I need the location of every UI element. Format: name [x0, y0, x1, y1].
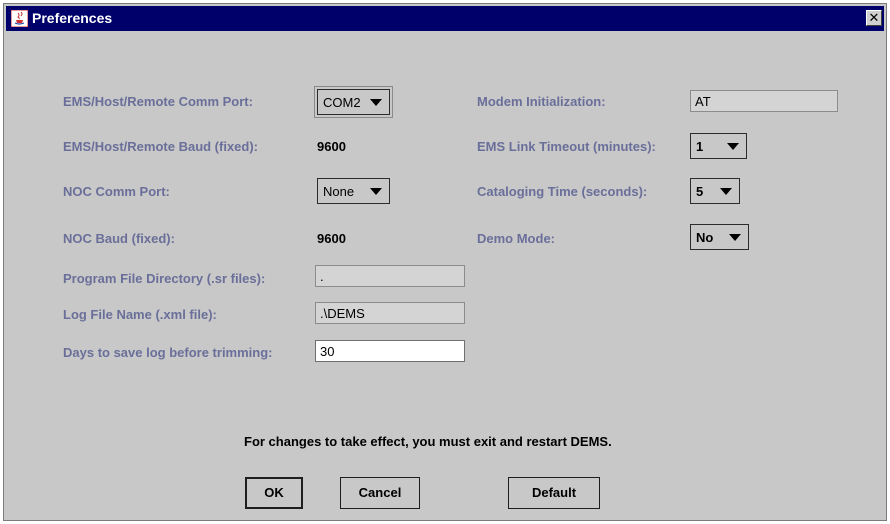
demo-label: Demo Mode:: [477, 231, 555, 246]
chevron-down-icon: [370, 188, 382, 195]
close-button[interactable]: ✕: [866, 10, 882, 26]
chevron-down-icon: [729, 234, 741, 241]
modem-field[interactable]: AT: [690, 90, 838, 112]
timeout-value: 1: [696, 139, 704, 154]
preferences-dialog: Preferences ✕ EMS/Host/Remote Comm Port:…: [3, 3, 887, 521]
timeout-label: EMS Link Timeout (minutes):: [477, 139, 656, 154]
chevron-down-icon: [727, 143, 739, 150]
comm-port-combo[interactable]: COM2: [314, 86, 393, 118]
catalog-label: Cataloging Time (seconds):: [477, 184, 648, 199]
modem-label: Modem Initialization:: [477, 94, 606, 109]
days-label: Days to save log before trimming:: [63, 345, 273, 360]
comm-port-label: EMS/Host/Remote Comm Port:: [63, 94, 253, 109]
window-title: Preferences: [32, 10, 113, 26]
ok-button[interactable]: OK: [245, 477, 303, 509]
noc-port-value: None: [323, 184, 355, 199]
catalog-combo[interactable]: 5: [690, 178, 740, 204]
comm-port-value: COM2: [323, 95, 361, 110]
demo-combo[interactable]: No: [690, 224, 749, 250]
chevron-down-icon: [370, 99, 382, 106]
days-field[interactable]: 30: [315, 340, 465, 362]
baud-value: 9600: [317, 139, 346, 154]
noc-port-label: NOC Comm Port:: [63, 184, 170, 199]
baud-label: EMS/Host/Remote Baud (fixed):: [63, 139, 259, 154]
java-app-icon: [11, 10, 28, 27]
timeout-combo[interactable]: 1: [690, 133, 747, 159]
program-dir-field[interactable]: .: [315, 265, 465, 287]
chevron-down-icon: [720, 188, 732, 195]
default-button[interactable]: Default: [508, 477, 600, 509]
noc-baud-label: NOC Baud (fixed):: [63, 231, 175, 246]
catalog-value: 5: [696, 184, 704, 199]
log-file-label: Log File Name (.xml file):: [63, 307, 217, 322]
demo-value: No: [696, 230, 714, 245]
log-file-field[interactable]: .\DEMS: [315, 302, 465, 324]
noc-baud-value: 9600: [317, 231, 346, 246]
close-icon: ✕: [868, 10, 880, 25]
noc-port-combo[interactable]: None: [317, 178, 390, 204]
title-bar[interactable]: Preferences ✕: [6, 6, 884, 31]
cancel-button[interactable]: Cancel: [340, 477, 420, 509]
restart-note: For changes to take effect, you must exi…: [244, 434, 612, 449]
program-dir-label: Program File Directory (.sr files):: [63, 271, 266, 286]
